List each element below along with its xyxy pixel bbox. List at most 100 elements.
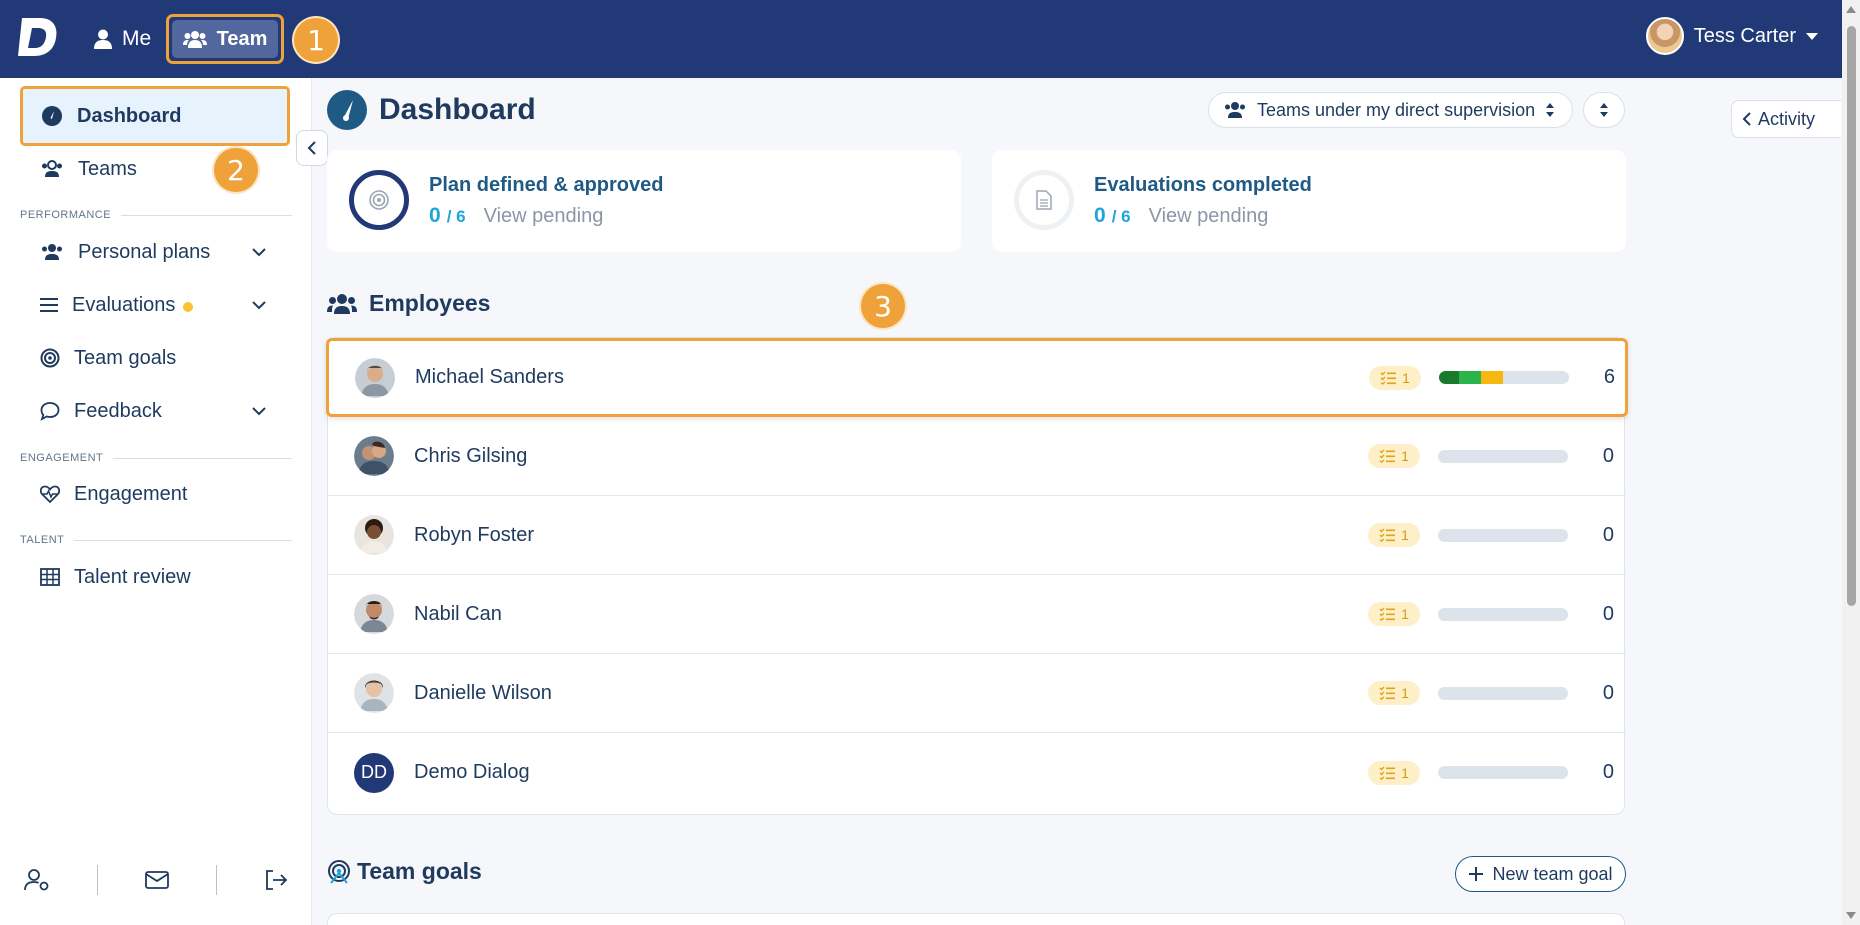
team-goals-heading-text: Team goals — [357, 858, 482, 884]
employee-row[interactable]: Michael Sanders 1 6 — [326, 338, 1628, 417]
stat-total: / 6 — [446, 207, 466, 226]
item-count: 0 — [1602, 523, 1614, 546]
new-team-goal-label: New team goal — [1492, 863, 1613, 884]
user-name: Tess Carter — [1693, 24, 1796, 47]
progress-segment — [1480, 371, 1503, 384]
employee-name[interactable]: Robyn Foster — [414, 524, 534, 547]
checklist-icon — [1379, 607, 1396, 621]
page-scrollbar[interactable] — [1842, 0, 1860, 925]
user-avatar — [1645, 17, 1684, 55]
evaluation-progress-bar — [1438, 528, 1568, 542]
nav-team-label: Team — [216, 27, 268, 50]
item-count: 0 — [1602, 761, 1614, 783]
avatar — [354, 436, 394, 476]
view-pending-link[interactable]: View pending — [1149, 205, 1269, 228]
scroll-up-icon[interactable] — [1846, 6, 1856, 13]
sidebar-item-label: Personal plans — [78, 240, 211, 263]
scroll-down-icon[interactable] — [1846, 912, 1856, 919]
scrollbar-thumb[interactable] — [1847, 26, 1856, 606]
employee-row[interactable]: DD Demo Dialog 1 0 — [328, 733, 1626, 812]
collapse-sidebar-button[interactable] — [296, 130, 328, 166]
task-count: 1 — [1401, 527, 1409, 543]
sidebar-item-talent-review[interactable]: Talent review — [20, 552, 290, 602]
team-scope-select[interactable]: Teams under my direct supervision — [1208, 92, 1573, 128]
sidebar-item-team-goals[interactable]: Team goals — [20, 333, 290, 383]
sidebar-item-label: Evaluations — [72, 293, 176, 316]
target-icon — [369, 190, 389, 210]
item-count: 0 — [1602, 681, 1614, 704]
sort-caret-icon — [1600, 103, 1608, 117]
team-scope-value: Teams under my direct supervision — [1257, 99, 1536, 120]
evaluation-progress-bar — [1438, 766, 1568, 779]
task-count: 1 — [1401, 606, 1409, 622]
users-icon — [182, 31, 207, 48]
progress-segment — [1439, 371, 1459, 384]
chevron-left-icon — [1742, 112, 1751, 126]
page-title: Dashboard — [327, 90, 536, 130]
view-pending-link[interactable]: View pending — [484, 205, 604, 228]
sidebar-item-dashboard[interactable]: Dashboard — [20, 86, 290, 146]
notification-dot — [183, 302, 194, 312]
nav-me[interactable]: Me — [94, 22, 151, 56]
employees-heading-text: Employees — [369, 290, 491, 316]
app-logo[interactable] — [18, 14, 60, 60]
chevron-down-icon — [252, 406, 266, 415]
chevron-left-icon — [307, 141, 316, 155]
new-team-goal-button[interactable]: New team goal — [1455, 856, 1626, 892]
logout-icon[interactable] — [264, 869, 288, 891]
section-header-performance: PERFORMANCE — [20, 209, 292, 221]
employee-name[interactable]: Michael Sanders — [415, 366, 564, 389]
stat-done: 0 — [429, 204, 441, 227]
employee-row[interactable]: Robyn Foster 1 0 — [328, 496, 1626, 575]
section-label: PERFORMANCE — [20, 209, 112, 221]
person-icon — [94, 29, 112, 49]
nav-me-label: Me — [122, 27, 152, 50]
sidebar-item-personal-plans[interactable]: Personal plans — [20, 227, 290, 277]
user-menu[interactable]: Tess Carter — [1645, 16, 1818, 56]
checklist-icon — [1379, 528, 1396, 542]
heart-pulse-icon — [40, 485, 60, 503]
employee-name[interactable]: Chris Gilsing — [414, 445, 527, 468]
progress-ring — [349, 170, 409, 230]
task-count: 1 — [1401, 764, 1409, 781]
nav-team[interactable]: Team — [166, 14, 284, 64]
section-label: ENGAGEMENT — [20, 452, 104, 464]
task-count: 1 — [1401, 685, 1409, 701]
employee-name[interactable]: Nabil Can — [414, 603, 502, 626]
section-header-talent: TALENT — [20, 534, 292, 546]
checklist-icon — [1379, 686, 1396, 700]
sidebar-item-evaluations[interactable]: Evaluations — [20, 280, 290, 330]
target-icon — [40, 348, 60, 368]
stat-card-plans: Plan defined & approved 0 / 6 View pendi… — [327, 150, 961, 252]
team-goals-card — [327, 913, 1625, 925]
stat-title: Evaluations completed — [1094, 174, 1312, 196]
target-icon — [328, 859, 350, 884]
list-icon — [40, 298, 58, 312]
item-count: 6 — [1603, 366, 1615, 388]
sidebar-item-label: Engagement — [74, 482, 188, 505]
sidebar: Dashboard Teams 2 PERFORMANCE Personal p… — [0, 78, 312, 925]
sidebar-item-feedback[interactable]: Feedback — [20, 386, 290, 436]
avatar — [355, 357, 395, 398]
task-count: 1 — [1402, 369, 1410, 386]
sort-button[interactable] — [1583, 92, 1625, 128]
employee-row[interactable]: Chris Gilsing 1 0 — [328, 417, 1626, 496]
section-header-engagement: ENGAGEMENT — [20, 452, 292, 464]
evaluation-progress-bar — [1438, 686, 1568, 700]
employee-row[interactable]: Nabil Can 1 0 — [328, 575, 1626, 654]
sidebar-item-engagement[interactable]: Engagement — [20, 469, 290, 519]
user-settings-icon[interactable] — [23, 868, 50, 892]
step-badge-1: 1 — [294, 18, 338, 62]
task-count-badge: 1 — [1368, 681, 1420, 705]
employee-name[interactable]: Demo Dialog — [414, 761, 530, 784]
avatar — [354, 673, 394, 713]
activity-panel-toggle[interactable]: Activity — [1731, 100, 1841, 138]
employee-name[interactable]: Danielle Wilson — [414, 682, 552, 705]
mail-icon[interactable] — [145, 871, 169, 889]
task-count: 1 — [1401, 448, 1409, 464]
employee-row[interactable]: Danielle Wilson 1 0 — [328, 654, 1626, 733]
task-count-badge: 1 — [1368, 760, 1420, 785]
stat-card-evaluations: Evaluations completed 0 / 6 View pending — [992, 150, 1626, 252]
users-icon — [42, 244, 62, 260]
evaluation-progress-bar — [1439, 371, 1569, 384]
